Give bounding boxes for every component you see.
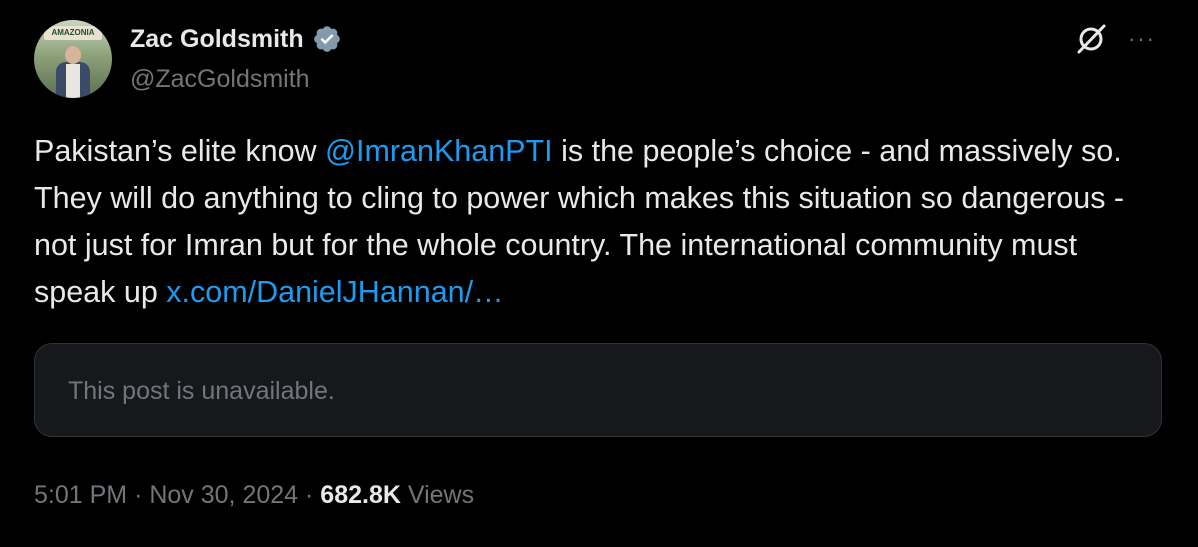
avatar-sign: AMAZONIA	[44, 26, 102, 40]
quoted-post-unavailable-text: This post is unavailable.	[68, 377, 335, 405]
author-avatar[interactable]: AMAZONIA	[34, 20, 112, 98]
tweet-time[interactable]: 5:01 PM	[34, 481, 127, 509]
more-options-icon[interactable]: ···	[1128, 24, 1160, 54]
author-name[interactable]: Zac Goldsmith	[130, 22, 304, 56]
tweet-meta: 5:01 PM · Nov 30, 2024 · 682.8K Views	[34, 478, 474, 512]
author-name-row: Zac Goldsmith	[130, 22, 342, 56]
mention-link[interactable]: @ImranKhanPTI	[325, 134, 553, 168]
meta-separator: ·	[134, 481, 143, 509]
quoted-post-card[interactable]: This post is unavailable.	[34, 343, 1162, 437]
views-label: Views	[407, 481, 475, 509]
avatar-person	[56, 46, 90, 98]
tweet-text: Pakistan’s elite know @ImranKhanPTI is t…	[34, 128, 1164, 316]
views-count[interactable]: 682.8K	[320, 481, 401, 509]
author-handle[interactable]: @ZacGoldsmith	[130, 62, 310, 96]
verified-badge-icon[interactable]	[312, 24, 342, 54]
meta-separator: ·	[305, 481, 314, 509]
tweet-date[interactable]: Nov 30, 2024	[149, 481, 298, 509]
url-link[interactable]: x.com/DanielJHannan/…	[166, 275, 503, 309]
tweet-text-part1: Pakistan’s elite know	[34, 134, 326, 168]
grok-icon[interactable]	[1074, 22, 1108, 56]
